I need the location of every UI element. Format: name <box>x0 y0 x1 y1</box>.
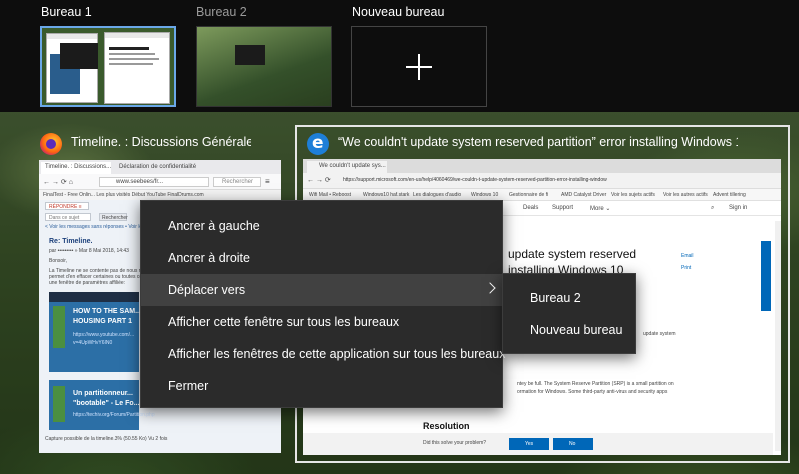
image-caption: Capture possible de la timeline.3% (50.5… <box>45 436 168 442</box>
firefox-bookmarks-text: FinalTest - Free Onlin... Les plus visit… <box>43 192 204 198</box>
video-2-title[interactable]: Un partitionneur... <box>73 390 133 397</box>
favorite-5[interactable]: Gestionnaire de fi <box>509 192 548 198</box>
site-feedback-label: Site feedback <box>747 258 754 290</box>
resolution-heading: Resolution <box>423 421 470 431</box>
video-1-link[interactable]: https://www.youtube.com/... <box>73 332 134 338</box>
favorite-4[interactable]: Windows 10 <box>471 192 498 198</box>
video-2-link[interactable]: https://techiv.org/Forum/Partition.php <box>73 412 155 418</box>
firefox-tab-bar: Timeline. : Discussions... Déclaration d… <box>39 160 281 174</box>
firefox-icon <box>40 133 62 155</box>
post-meta: par ••••••••• » Mar 8 Mai 2018, 14:43 <box>49 248 129 254</box>
menu-item-close[interactable]: Fermer <box>141 370 502 402</box>
print-link[interactable]: Print <box>681 265 691 271</box>
menu-item-show-window-all-desktops[interactable]: Afficher cette fenêtre sur tous les bure… <box>141 306 502 338</box>
nav-deals[interactable]: Deals <box>523 205 538 211</box>
favorite-1[interactable]: Wifi Mail • Reboost <box>309 192 351 198</box>
article-body-2: ormation for Windows. Some third-party a… <box>517 389 668 395</box>
menu-item-show-app-all-desktops[interactable]: Afficher les fenêtres de cette applicati… <box>141 338 505 370</box>
site-feedback-tab[interactable]: Site feedback <box>747 241 771 311</box>
favorite-6[interactable]: AMD Catalyst Driver <box>561 192 606 198</box>
article-heading-line-1: update system reserved <box>508 247 637 261</box>
edge-tab-bar: We couldn't update sys... <box>303 159 781 173</box>
firefox-menu-icon[interactable]: ≡ <box>265 177 270 186</box>
topic-search-placeholder: Dans ce sujet <box>49 215 80 221</box>
menu-item-snap-left[interactable]: Ancrer à gauche <box>141 210 502 242</box>
submenu-item-desktop-2[interactable]: Bureau 2 <box>503 282 635 314</box>
plus-icon <box>406 53 432 80</box>
desktop-2-thumbnail[interactable] <box>196 26 332 107</box>
window-context-menu: Ancrer à gauche Ancrer à droite Déplacer… <box>140 200 505 408</box>
back-arrow-icon[interactable]: ← → ⟳ ⌂ <box>43 178 73 186</box>
firefox-search-placeholder: Rechercher <box>222 179 254 185</box>
menu-item-move-to-label: Déplacer vers <box>168 283 246 297</box>
video-1-subtitle: HOUSING PART 1 <box>73 318 132 325</box>
edge-nav-bar: ← → ⟳ https://support.microsoft.com/en-u… <box>303 173 781 189</box>
menu-item-snap-right[interactable]: Ancrer à droite <box>141 242 502 274</box>
favorite-9[interactable]: Advent tillering <box>713 192 746 198</box>
search-icon[interactable]: ⌕ <box>711 205 714 212</box>
edge-nav-arrows-icon[interactable]: ← → ⟳ <box>307 176 331 184</box>
window-title-edge: “We couldn't update system reserved part… <box>338 135 738 149</box>
reply-button[interactable]: RÉPONDRE ≡ <box>45 202 89 210</box>
new-desktop-button[interactable] <box>351 26 487 107</box>
firefox-bookmarks-bar: FinalTest - Free Onlin... Les plus visit… <box>39 190 281 200</box>
chevron-right-icon <box>484 282 496 294</box>
edge-icon <box>307 133 329 155</box>
nav-support[interactable]: Support <box>552 205 573 211</box>
firefox-tab-1-label: Timeline. : Discussions... <box>45 164 112 170</box>
video-embed-1-header <box>49 292 139 302</box>
video-1-title[interactable]: HOW TO THE SAM... <box>73 308 141 315</box>
email-link[interactable]: Email <box>681 253 694 259</box>
nav-more[interactable]: More ⌄ <box>590 205 610 212</box>
video-1-id: v=4UpWHvY6IN0 <box>73 340 113 346</box>
post-title[interactable]: Re: Timeline. <box>49 238 92 245</box>
firefox-nav-bar: ← → ⟳ ⌂ www.seebees/fr... Rechercher ≡ <box>39 174 281 190</box>
new-desktop-label: Nouveau bureau <box>352 5 445 19</box>
topic-search-button-label: Rechercher <box>102 215 128 221</box>
edge-tab-label: We couldn't update sys... <box>319 163 386 169</box>
virtual-desktops-bar: Bureau 1 Bureau 2 Nouveau bureau <box>0 0 799 112</box>
move-to-submenu: Bureau 2 Nouveau bureau <box>502 273 636 354</box>
favorite-7[interactable]: Voir les sujets actifs <box>611 192 655 198</box>
article-side-note: update system <box>643 331 676 337</box>
desktop-1-label: Bureau 1 <box>41 5 92 19</box>
sign-in-link[interactable]: Sign in <box>729 205 747 211</box>
mini-edge-window <box>104 32 170 104</box>
firefox-search-box[interactable]: Rechercher <box>213 177 261 187</box>
feedback-no-button[interactable]: No <box>553 438 593 450</box>
submenu-item-new-desktop[interactable]: Nouveau bureau <box>503 314 635 346</box>
firefox-address-bar[interactable]: www.seebees/fr... <box>99 177 209 187</box>
mini-context-menu <box>60 43 98 69</box>
favorite-8[interactable]: Voir les autres actifs <box>663 192 708 198</box>
feedback-question: Did this solve your problem? <box>423 440 487 446</box>
menu-item-move-to[interactable]: Déplacer vers <box>141 274 502 306</box>
feedback-yes-button[interactable]: Yes <box>509 438 549 450</box>
firefox-tab-1[interactable]: Timeline. : Discussions... <box>41 162 111 174</box>
desktop-1-thumbnail[interactable] <box>40 26 176 107</box>
firefox-address-text: www.seebees/fr... <box>116 179 164 185</box>
edge-scrollbar[interactable] <box>775 221 781 451</box>
edge-tab[interactable]: We couldn't update sys... <box>307 161 387 173</box>
feedback-bar: Did this solve your problem? Yes No <box>303 433 773 455</box>
video-thumbnail-1 <box>53 306 65 348</box>
mini-window <box>235 45 265 65</box>
feedback-yes-label: Yes <box>525 441 534 447</box>
topic-search-input[interactable]: Dans ce sujet <box>45 213 91 221</box>
edge-address-bar[interactable]: https://support.microsoft.com/en-us/help… <box>343 177 607 183</box>
post-text-3: une fenêtre de paramètres affiliée: <box>49 280 126 286</box>
post-greeting: Bonsoir, <box>49 258 68 264</box>
video-2-subtitle: "bootable" - Le Fo... <box>73 400 140 407</box>
video-thumbnail-2 <box>53 386 65 422</box>
window-title-firefox: Timeline. : Discussions Générale... <box>71 135 251 149</box>
topic-search-button[interactable]: Rechercher <box>99 213 128 221</box>
desktop-2-label: Bureau 2 <box>196 5 247 19</box>
feedback-no-label: No <box>569 441 576 447</box>
reply-label: RÉPONDRE ≡ <box>49 204 82 210</box>
favorite-3[interactable]: Les dialogues d'audio <box>413 192 461 198</box>
favorite-2[interactable]: Windows10 haf.stark <box>363 192 409 198</box>
firefox-tab-2-label[interactable]: Déclaration de confidentialité <box>119 164 196 170</box>
article-body-1: ntey be full. The System Reserve Partiti… <box>517 381 674 387</box>
